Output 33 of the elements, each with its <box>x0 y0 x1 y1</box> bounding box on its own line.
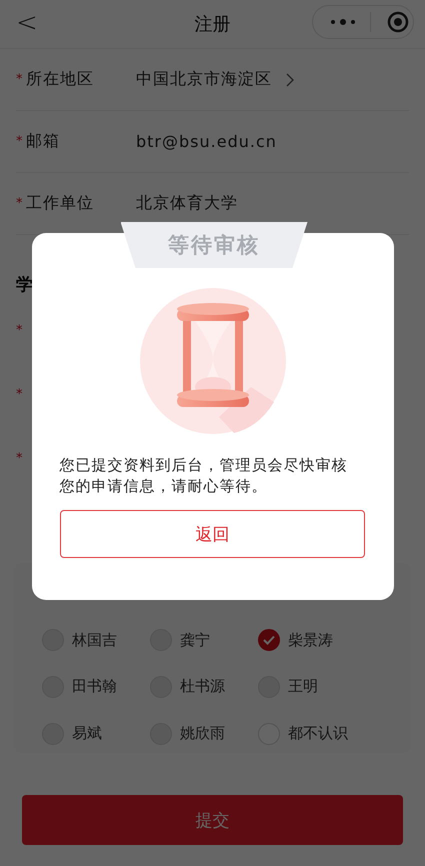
field-label: 所在地区 <box>26 69 95 90</box>
option-label: 林国吉 <box>72 630 117 650</box>
option-label: 王明 <box>288 677 318 696</box>
option-label: 都不认识 <box>288 724 348 744</box>
option-label: 柴景涛 <box>288 630 333 650</box>
required-mark: * <box>16 323 24 338</box>
page-title: 注册 <box>194 13 230 36</box>
required-mark: * <box>16 196 24 211</box>
field-value[interactable]: btr@bsu.edu.cn <box>136 132 277 151</box>
field-label: 工作单位 <box>26 193 95 214</box>
section-title: 学 <box>16 274 34 297</box>
field-label: 邮箱 <box>26 131 61 152</box>
hourglass-icon <box>138 287 286 435</box>
check-icon <box>263 635 275 646</box>
option-label: 易斌 <box>72 724 102 744</box>
submit-button[interactable]: 提交 <box>22 795 403 845</box>
option-label: 姚欣雨 <box>180 724 225 744</box>
required-mark: * <box>16 72 24 87</box>
chevron-icon[interactable] <box>286 72 294 86</box>
option-label: 田书翰 <box>72 677 117 696</box>
more-icon[interactable] <box>330 18 356 26</box>
required-mark: * <box>16 451 24 466</box>
close-icon[interactable] <box>387 11 409 33</box>
dialog-message: 您已提交资料到后台，管理员会尽快审核您的申请信息，请耐心等待。 <box>60 455 348 497</box>
option-label: 杜书源 <box>180 677 225 696</box>
required-mark: * <box>16 134 24 149</box>
return-button[interactable]: 返回 <box>60 510 365 558</box>
field-value[interactable]: 中国北京市海淀区 <box>136 69 272 90</box>
required-mark: * <box>16 387 24 402</box>
field-value[interactable]: 北京体育大学 <box>136 193 238 214</box>
radio-button[interactable] <box>258 629 280 652</box>
back-button[interactable]: < <box>16 8 38 38</box>
option-label: 龚宁 <box>180 630 210 650</box>
